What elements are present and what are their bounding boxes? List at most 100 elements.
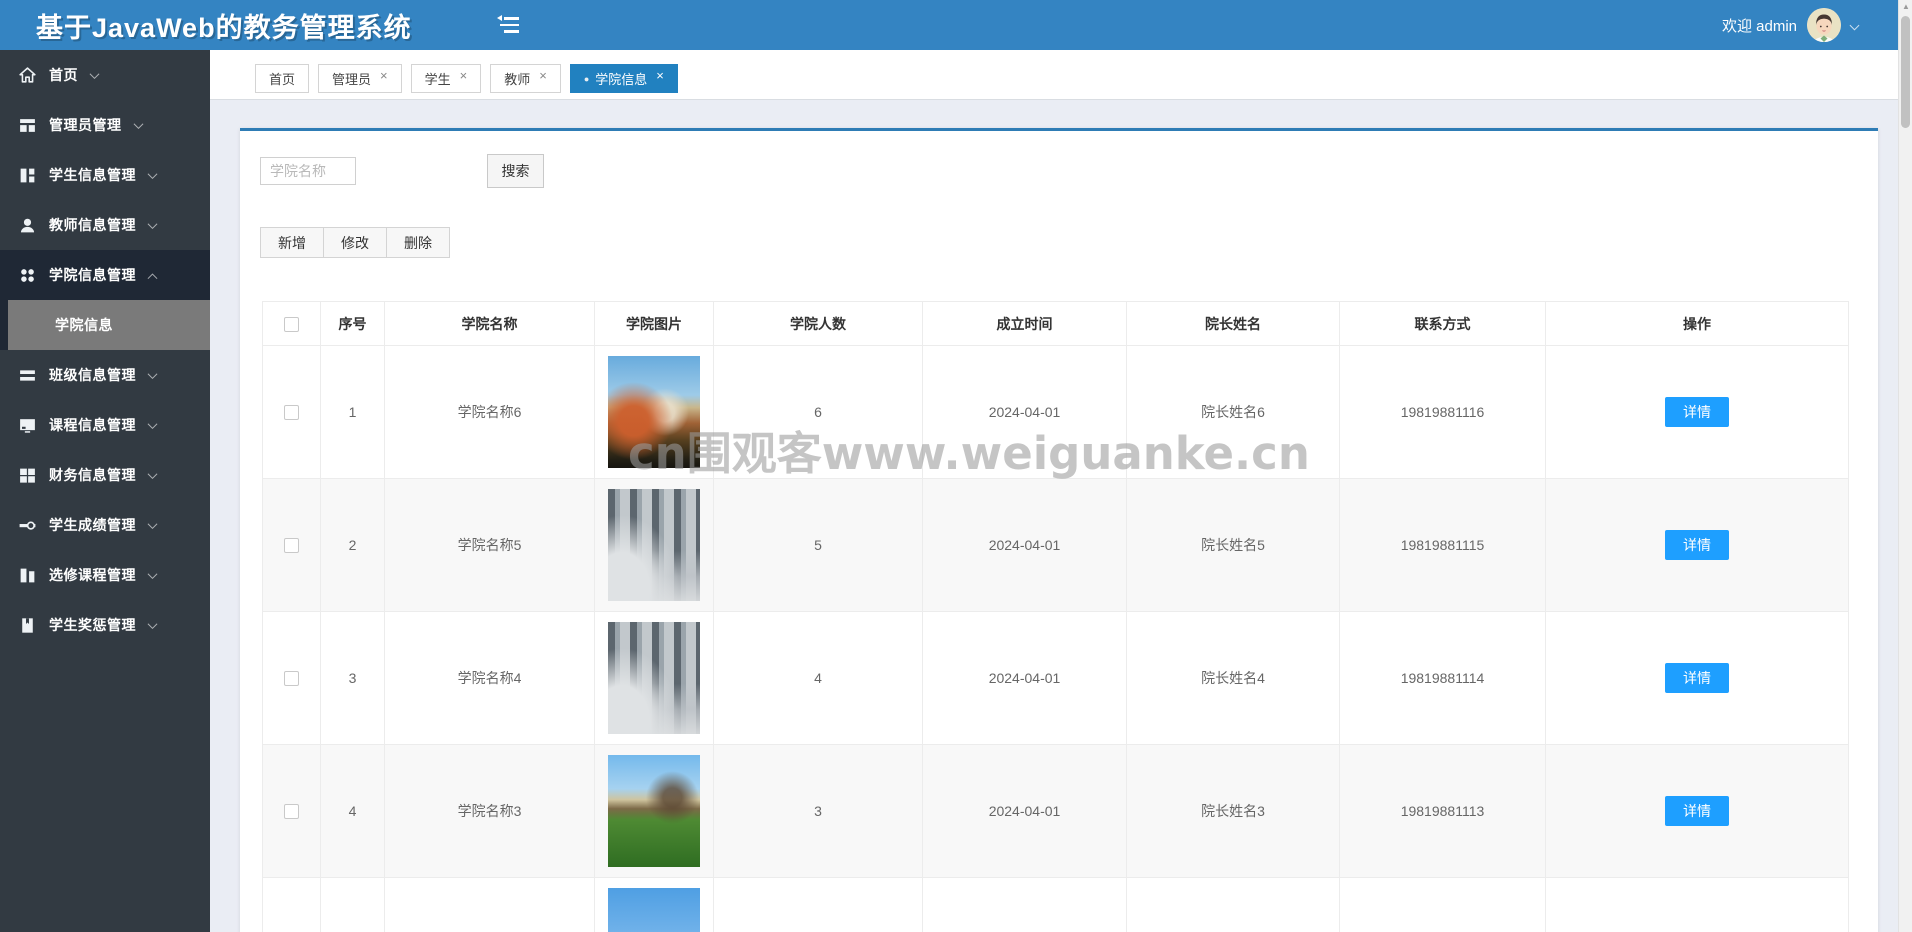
column-header: 序号 bbox=[320, 301, 385, 346]
edit-button[interactable]: 修改 bbox=[323, 227, 387, 258]
close-icon[interactable]: × bbox=[656, 69, 664, 82]
sidebar-group-score: 学生成绩管理 bbox=[0, 500, 210, 550]
column-header: 联系方式 bbox=[1339, 301, 1546, 346]
detail-button[interactable]: 详情 bbox=[1665, 530, 1729, 560]
cell-college-image bbox=[594, 744, 714, 878]
main-content: 搜索 新增 修改 删除 序号学院名称学院图片学院人数成立时间院长姓名联系方式操作… bbox=[210, 101, 1898, 932]
cell-college-image bbox=[594, 611, 714, 745]
sidebar-item-finance[interactable]: 财务信息管理 bbox=[0, 450, 210, 500]
search-button[interactable]: 搜索 bbox=[487, 154, 544, 188]
sidebar-item-course[interactable]: 课程信息管理 bbox=[0, 400, 210, 450]
row-checkbox[interactable] bbox=[284, 671, 299, 687]
college-table-wrap: 序号 学院名称 学院图片 学院人数 成立时间 院长姓名 联系方式 操作 1 学院名称6 6 2024… bbox=[262, 301, 1849, 932]
cell-college-image bbox=[594, 478, 714, 612]
vertical-scrollbar[interactable]: ▲ bbox=[1898, 0, 1912, 932]
chevron-down-icon bbox=[147, 618, 158, 629]
user-icon bbox=[18, 216, 37, 235]
add-button[interactable]: 新增 bbox=[260, 227, 324, 258]
menu-fold-icon[interactable] bbox=[497, 15, 519, 34]
cell-college-count: 6 bbox=[713, 345, 923, 479]
scrollbar-thumb[interactable] bbox=[1901, 16, 1910, 128]
cell-index: 2 bbox=[320, 478, 385, 612]
close-icon[interactable]: × bbox=[380, 69, 388, 82]
sidebar-item-admin[interactable]: 管理员管理 bbox=[0, 100, 210, 150]
cell-college-name bbox=[384, 877, 595, 932]
sidebar-item-college[interactable]: 学院信息管理 bbox=[0, 250, 210, 300]
sidebar-item-label: 选修课程管理 bbox=[49, 567, 136, 583]
sidebar-item-reward[interactable]: 学生奖惩管理 bbox=[0, 600, 210, 650]
cell-founded-date bbox=[922, 877, 1127, 932]
sidebar-item-label: 管理员管理 bbox=[49, 117, 122, 133]
cell-dean-name: 院长姓名5 bbox=[1126, 478, 1340, 612]
sidebar-item-home[interactable]: 首页 bbox=[0, 50, 210, 100]
console-icon bbox=[18, 116, 37, 135]
cell-college-count: 5 bbox=[713, 478, 923, 612]
avatar[interactable] bbox=[1807, 8, 1841, 42]
cell-index: 3 bbox=[320, 611, 385, 745]
select-all-checkbox[interactable] bbox=[284, 316, 299, 332]
tab-home[interactable]: ●首页 bbox=[255, 64, 310, 93]
cell-college-name: 学院名称3 bbox=[384, 744, 595, 878]
delete-button[interactable]: 删除 bbox=[386, 227, 450, 258]
user-area: 欢迎 admin bbox=[1722, 0, 1860, 50]
list-icon bbox=[18, 366, 37, 385]
top-header: 基于JavaWeb的教务管理系统 欢迎 admin bbox=[0, 0, 1898, 50]
detail-button[interactable]: 详情 bbox=[1665, 796, 1729, 826]
read-icon bbox=[18, 616, 37, 635]
sidebar-item-score[interactable]: 学生成绩管理 bbox=[0, 500, 210, 550]
sidebar-item-teacher[interactable]: 教师信息管理 bbox=[0, 200, 210, 250]
chevron-down-icon bbox=[147, 418, 158, 429]
tab-label: 教师 bbox=[504, 72, 531, 87]
cell-college-count: 4 bbox=[713, 611, 923, 745]
detail-button[interactable]: 详情 bbox=[1665, 397, 1729, 427]
component-icon bbox=[18, 566, 37, 585]
cell-actions: 详情 bbox=[1545, 611, 1849, 745]
cell-contact: 19819881113 bbox=[1339, 744, 1546, 878]
sidebar-group-elective: 选修课程管理 bbox=[0, 550, 210, 600]
close-icon[interactable]: × bbox=[460, 69, 468, 82]
column-header: 学院图片 bbox=[594, 301, 714, 346]
chevron-down-icon bbox=[147, 468, 158, 479]
cell-dean-name bbox=[1126, 877, 1340, 932]
cell-actions bbox=[1545, 877, 1849, 932]
tab-label: 首页 bbox=[269, 72, 296, 87]
row-checkbox[interactable] bbox=[284, 405, 299, 421]
college-photo-ev-charging bbox=[608, 489, 700, 601]
tab-teacher[interactable]: ●教师× bbox=[490, 64, 561, 93]
cell-college-name: 学院名称4 bbox=[384, 611, 595, 745]
table-row: 2 学院名称5 5 2024-04-01 院长姓名5 19819881115 详情 bbox=[262, 478, 1849, 612]
cell-dean-name: 院长姓名3 bbox=[1126, 744, 1340, 878]
sidebar-item-elective[interactable]: 选修课程管理 bbox=[0, 550, 210, 600]
sidebar-item-label: 学院信息管理 bbox=[49, 267, 136, 283]
row-select-cell bbox=[262, 611, 321, 745]
close-icon[interactable]: × bbox=[539, 69, 547, 82]
sidebar-group-college: 学院信息管理学院信息 bbox=[0, 250, 210, 350]
tab-admin[interactable]: ●管理员× bbox=[318, 64, 402, 93]
home-icon bbox=[18, 66, 37, 85]
sidebar-subitem-college-info[interactable]: 学院信息 bbox=[0, 300, 210, 350]
sidebar-item-class[interactable]: 班级信息管理 bbox=[0, 350, 210, 400]
cell-founded-date: 2024-04-01 bbox=[922, 478, 1127, 612]
detail-button[interactable]: 详情 bbox=[1665, 663, 1729, 693]
column-header: 院长姓名 bbox=[1126, 301, 1340, 346]
cell-founded-date: 2024-04-01 bbox=[922, 345, 1127, 479]
cell-actions: 详情 bbox=[1545, 345, 1849, 479]
tab-student[interactable]: ●学生× bbox=[410, 64, 482, 93]
cell-college-count bbox=[713, 877, 923, 932]
cell-contact: 19819881114 bbox=[1339, 611, 1546, 745]
tab-college-info[interactable]: ● 学院信息 × bbox=[569, 64, 678, 93]
sidebar-item-student[interactable]: 学生信息管理 bbox=[0, 150, 210, 200]
column-header: 操作 bbox=[1545, 301, 1849, 346]
sidebar-group-admin: 管理员管理 bbox=[0, 100, 210, 150]
search-input[interactable] bbox=[260, 157, 356, 185]
tab-label: 管理员 bbox=[332, 72, 372, 87]
sidebar-group-teacher: 教师信息管理 bbox=[0, 200, 210, 250]
scroll-up-arrow-icon[interactable]: ▲ bbox=[1899, 2, 1912, 11]
row-checkbox[interactable] bbox=[284, 538, 299, 554]
cell-actions: 详情 bbox=[1545, 478, 1849, 612]
cell-college-count: 3 bbox=[713, 744, 923, 878]
chevron-down-icon[interactable] bbox=[1849, 20, 1860, 30]
row-checkbox[interactable] bbox=[284, 804, 299, 820]
sidebar-item-label: 学生信息管理 bbox=[49, 167, 136, 183]
table-row: 1 学院名称6 6 2024-04-01 院长姓名6 19819881116 详情 bbox=[262, 345, 1849, 479]
